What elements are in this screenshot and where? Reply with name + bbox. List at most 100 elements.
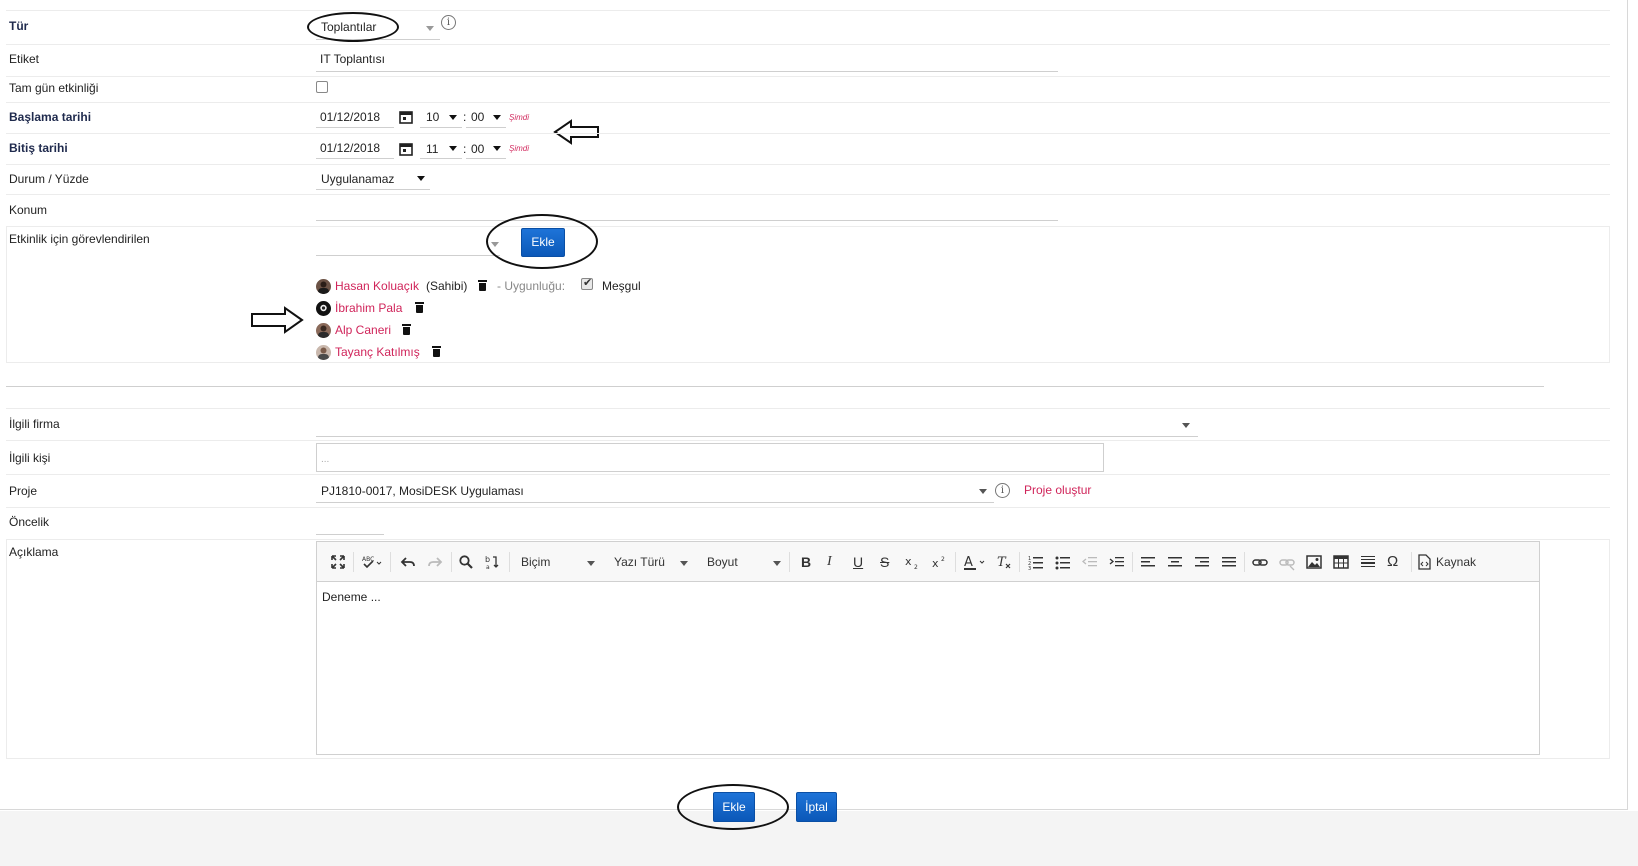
allday-checkbox[interactable]: [316, 81, 328, 93]
chevron-down-icon[interactable]: [680, 561, 688, 566]
strikethrough-button[interactable]: S: [880, 553, 889, 571]
chevron-down-icon[interactable]: [417, 176, 425, 181]
svg-text:A: A: [964, 555, 973, 570]
row-type: [6, 10, 1610, 44]
cancel-button[interactable]: İptal: [796, 792, 837, 822]
link-icon[interactable]: [1252, 553, 1268, 571]
avatar: [316, 323, 331, 338]
end-label: Bitiş tarihi: [9, 141, 68, 155]
underline-button[interactable]: U: [853, 553, 863, 571]
end-minute-value: 00: [471, 142, 485, 156]
chevron-down-icon[interactable]: [449, 115, 457, 120]
chevron-down-icon[interactable]: [979, 489, 987, 494]
avatar: [316, 301, 331, 316]
company-select[interactable]: [316, 413, 1198, 437]
subscript-icon[interactable]: x2: [905, 553, 921, 571]
info-icon[interactable]: i: [995, 483, 1010, 498]
assignee-name[interactable]: Alp Caneri: [335, 323, 391, 337]
assigned-label: Etkinlik için görevlendirilen: [9, 232, 150, 246]
replace-icon[interactable]: ba: [484, 553, 500, 571]
table-icon[interactable]: [1333, 553, 1349, 571]
row-assigned: [6, 226, 1610, 363]
toolbar-separator: [509, 552, 510, 572]
row-allday: [6, 76, 1610, 102]
outdent-icon[interactable]: [1082, 553, 1098, 571]
chevron-down-icon[interactable]: [493, 146, 501, 151]
chevron-down-icon[interactable]: [773, 561, 781, 566]
spellcheck-icon[interactable]: ABC: [361, 553, 383, 571]
description-label: Açıklama: [9, 545, 59, 559]
toolbar-separator: [1132, 552, 1133, 572]
tag-input[interactable]: [316, 50, 1058, 72]
chevron-down-icon[interactable]: [587, 561, 595, 566]
font-dropdown-label[interactable]: Yazı Türü: [614, 553, 665, 571]
location-label: Konum: [9, 203, 48, 217]
undo-icon[interactable]: [400, 553, 416, 571]
chevron-down-icon[interactable]: [493, 115, 501, 120]
contact-input[interactable]: [316, 443, 1104, 472]
unlink-icon[interactable]: [1279, 553, 1295, 571]
type-label: Tür: [9, 19, 29, 33]
chevron-down-icon[interactable]: [1182, 423, 1190, 428]
annotation-arrow-right: [251, 306, 304, 334]
calendar-icon[interactable]: [399, 142, 413, 156]
toolbar-separator: [1019, 552, 1020, 572]
redo-icon[interactable]: [427, 553, 443, 571]
assignee-select[interactable]: [316, 232, 500, 256]
assignee-name[interactable]: Tayanç Katılmış: [335, 345, 420, 359]
maximize-icon[interactable]: [330, 553, 346, 571]
calendar-icon[interactable]: [399, 110, 413, 124]
editor-toolbar: ABC ba Biçim Yazı Türü Boyut B I U S x2 …: [317, 542, 1539, 582]
chevron-down-icon[interactable]: [426, 26, 434, 31]
trash-icon[interactable]: [478, 280, 487, 291]
image-icon[interactable]: [1306, 553, 1322, 571]
assignee-name[interactable]: İbrahim Pala: [335, 301, 402, 315]
trash-icon[interactable]: [402, 324, 411, 335]
start-date-value: 01/12/2018: [320, 110, 381, 124]
svg-text:3: 3: [1028, 566, 1031, 571]
clear-format-icon[interactable]: T: [996, 553, 1012, 571]
superscript-icon[interactable]: x2: [932, 553, 948, 571]
trash-icon[interactable]: [432, 346, 441, 357]
company-label: İlgili firma: [9, 417, 60, 431]
description-content[interactable]: Deneme ...: [322, 590, 381, 604]
toolbar-separator: [1244, 552, 1245, 572]
row-status: [6, 164, 1610, 194]
indent-icon[interactable]: [1109, 553, 1125, 571]
bullet-list-icon[interactable]: [1055, 553, 1071, 571]
contact-placeholder: ...: [321, 454, 330, 465]
tag-value: IT Toplantısı: [320, 52, 385, 66]
row-end: [6, 133, 1610, 164]
source-icon[interactable]: [1418, 553, 1431, 571]
svg-text:x: x: [905, 555, 912, 568]
size-dropdown-label[interactable]: Boyut: [707, 553, 738, 571]
end-now-link[interactable]: Şimdi: [509, 144, 529, 153]
align-right-icon[interactable]: [1194, 553, 1210, 571]
assignee-name[interactable]: Hasan Koluaçık: [335, 279, 419, 293]
priority-select[interactable]: [316, 512, 384, 535]
chevron-down-icon[interactable]: [449, 146, 457, 151]
source-button[interactable]: Kaynak: [1436, 553, 1476, 571]
annotation-ellipse: [307, 12, 399, 42]
bold-button[interactable]: B: [801, 553, 811, 571]
search-icon[interactable]: [458, 553, 474, 571]
trash-icon[interactable]: [415, 302, 424, 313]
availability-checkbox[interactable]: [581, 276, 593, 290]
text-color-icon[interactable]: A: [963, 553, 987, 571]
end-date-value: 01/12/2018: [320, 141, 381, 155]
priority-label: Öncelik: [9, 515, 50, 529]
special-char-button[interactable]: Ω: [1387, 553, 1398, 571]
numbered-list-icon[interactable]: 123: [1028, 553, 1044, 571]
format-dropdown-label[interactable]: Biçim: [521, 553, 550, 571]
italic-button[interactable]: I: [827, 553, 832, 571]
project-value: PJ1810-0017, MosiDESK Uygulaması: [321, 484, 524, 498]
start-now-link[interactable]: Şimdi: [509, 113, 529, 122]
location-input[interactable]: [316, 198, 1058, 221]
horizontal-rule-icon[interactable]: [1360, 553, 1376, 571]
align-left-icon[interactable]: [1140, 553, 1156, 571]
owner-suffix: (Sahibi): [426, 279, 468, 293]
align-center-icon[interactable]: [1167, 553, 1183, 571]
create-project-link[interactable]: Proje oluştur: [1024, 483, 1091, 497]
align-justify-icon[interactable]: [1221, 553, 1237, 571]
info-icon[interactable]: i: [441, 15, 456, 30]
